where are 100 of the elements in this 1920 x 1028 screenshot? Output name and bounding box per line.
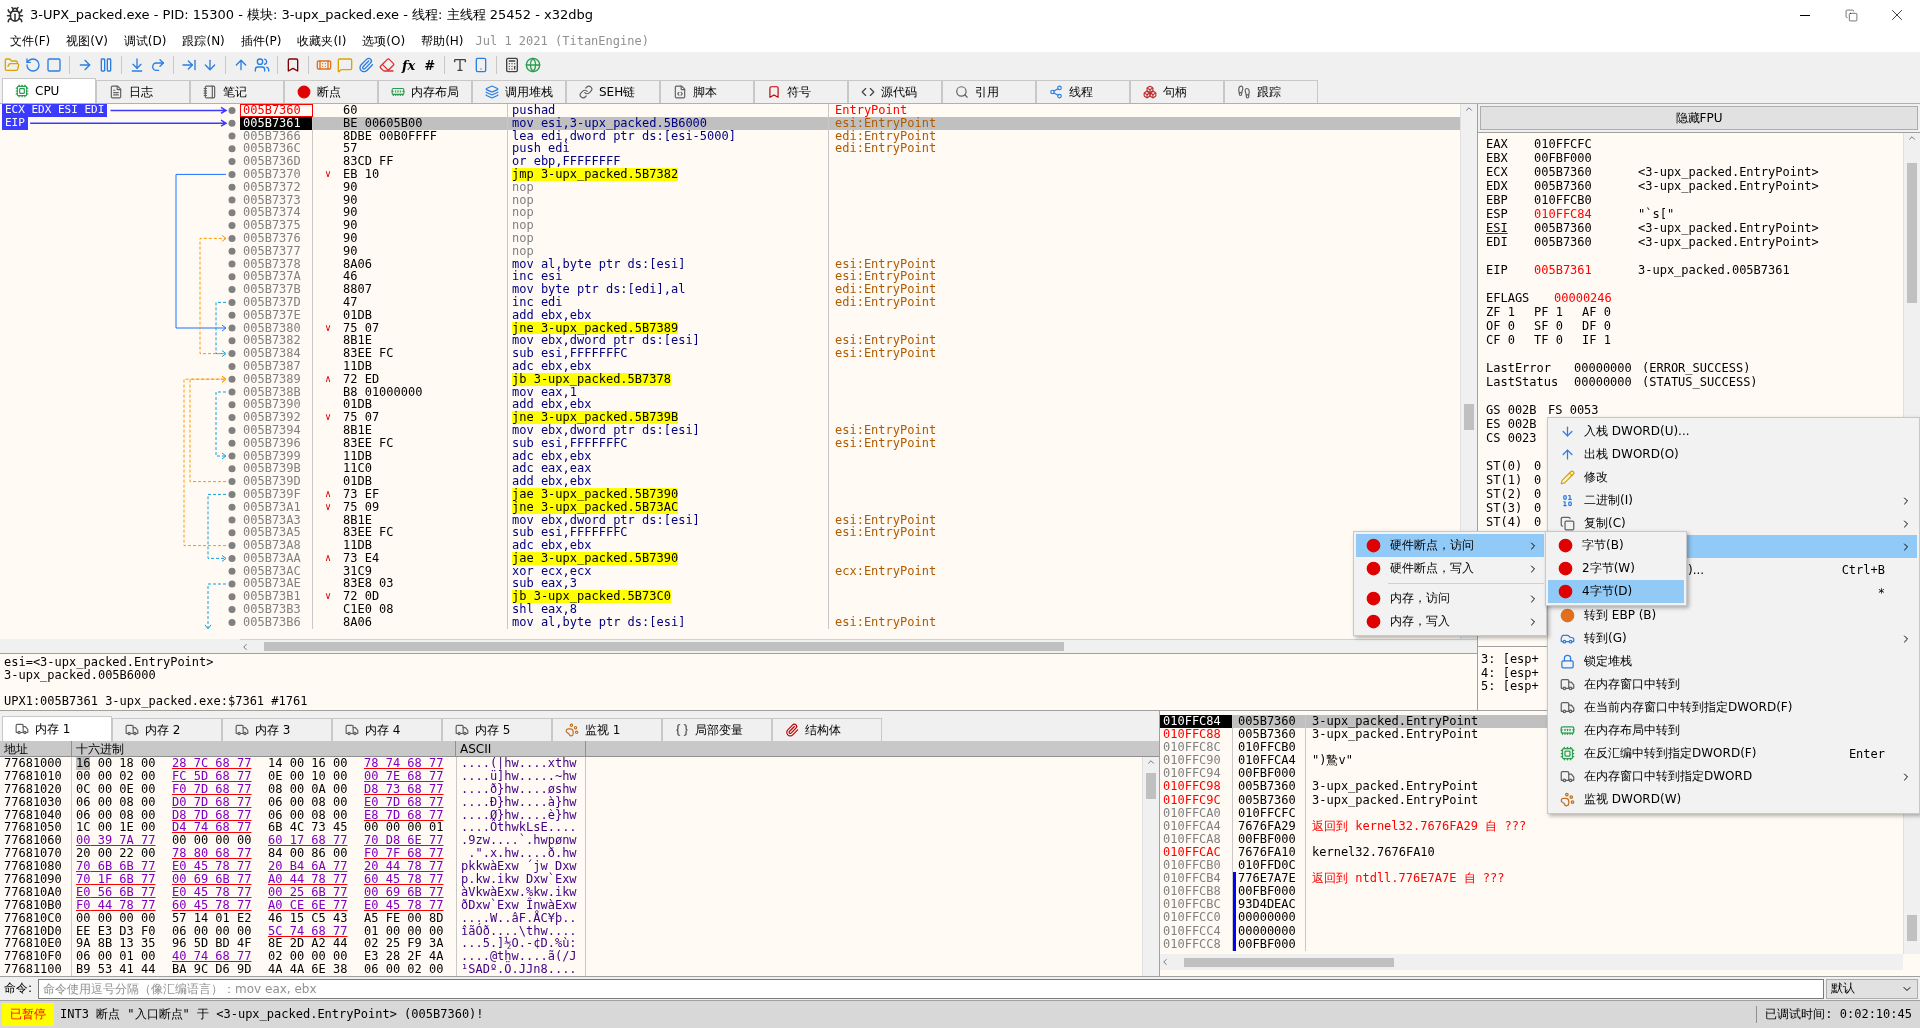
register-value[interactable]: 0 [1534,459,1544,473]
menu-item[interactable]: 复制(C) [1550,512,1917,535]
menu-item[interactable]: 转到(G) [1550,627,1917,650]
horizontal-scrollbar[interactable] [1160,954,1903,970]
tab[interactable]: 内存 2 [112,718,222,741]
tab[interactable]: 日志 [96,80,190,103]
register-value[interactable]: 0 [1534,473,1544,487]
tab[interactable]: 源代码 [848,80,942,103]
tab[interactable]: 内存 5 [442,718,552,741]
tab[interactable]: 线程 [1036,80,1130,103]
flag-value[interactable]: SF 0 [1534,319,1582,333]
menu-item[interactable]: 修改 [1550,466,1917,489]
mode-dropdown[interactable]: 默认 [1826,978,1918,999]
flag-value[interactable]: OF 0 [1486,319,1534,333]
command-input[interactable]: 命令使用逗号分隔（像汇编语言）：mov eax, ebx [38,978,1824,999]
menu-item[interactable]: 在当前内存窗口中转到指定DWORD(F) [1550,696,1917,719]
menu-bar-item[interactable]: 文件(F) [2,32,59,50]
menu-item[interactable]: 入栈 DWORD(U)... [1550,420,1917,443]
menu-item[interactable]: 监视 DWORD(W) [1550,788,1917,811]
toolbar-text-button[interactable]: fx [400,57,418,73]
flag-value[interactable]: DF 0 [1582,319,1630,333]
flag-value[interactable]: PF 1 [1534,305,1582,319]
tab[interactable]: 调用堆栈 [472,80,566,103]
tab[interactable]: 内存 1 [2,716,112,741]
register-value[interactable]: 005B7360 [1534,165,1638,179]
users-icon[interactable] [254,57,270,73]
tab[interactable]: 引用 [942,80,1036,103]
arrow-down-icon[interactable] [202,57,218,73]
register-value[interactable]: 0 [1534,515,1544,529]
flag-value[interactable]: ZF 1 [1486,305,1534,319]
menu-item[interactable]: 在内存布局中转到 [1550,719,1917,742]
menu-item[interactable]: 4字节(D) [1548,580,1684,603]
tab[interactable]: 内存 3 [222,718,332,741]
menu-bar-item[interactable]: 插件(P) [232,32,290,50]
register-value[interactable]: 00FBF000 [1534,151,1638,165]
menu-item[interactable]: 转到 EBP (B) [1550,604,1917,627]
segment-value[interactable]: FS 0053 [1548,403,1610,417]
scrollbar-thumb[interactable] [1146,773,1156,799]
column-header[interactable]: 地址 [0,741,72,756]
tab[interactable]: 符号 [754,80,848,103]
menu-item[interactable]: 内存，访问 [1356,587,1544,610]
paperclip-icon[interactable] [358,57,374,73]
menu-item[interactable]: 在内存窗口中转到指定DWORD [1550,765,1917,788]
flag-value[interactable]: CF 0 [1486,333,1534,347]
scrollbar-thumb[interactable] [1464,404,1474,430]
pause-icon[interactable] [98,57,114,73]
register-value[interactable]: 010FFC84 [1534,207,1638,221]
column-header[interactable]: 十六进制 [72,741,456,756]
register-value[interactable]: 010FFCB0 [1534,193,1638,207]
tab[interactable]: 笔记 [190,80,284,103]
tab[interactable]: 内存 4 [332,718,442,741]
horizontal-scrollbar[interactable] [240,639,1477,653]
segment-value[interactable]: CS 0023 [1486,431,1548,445]
menu-item[interactable]: 硬件断点，写入 [1356,557,1544,580]
menu-item[interactable]: 锁定堆栈 [1550,650,1917,673]
menu-bar-item[interactable]: 收藏夹(I) [289,32,355,50]
scrollbar-thumb[interactable] [1907,163,1917,303]
arrow-right-icon[interactable] [77,57,93,73]
register-value[interactable]: 00000246 [1554,291,1644,305]
tab[interactable]: 跟踪 [1224,80,1318,103]
register-value[interactable]: 005B7360 [1534,221,1638,235]
menu-item[interactable]: 内存，写入 [1356,610,1544,633]
curved-arrow-icon[interactable] [150,57,166,73]
menu-item[interactable]: 出栈 DWORD(O) [1550,443,1917,466]
column-header[interactable]: ASCII [456,741,586,756]
tab[interactable]: CPU [2,78,96,103]
speech-bubble-icon[interactable] [337,57,353,73]
calculator-icon[interactable] [504,57,521,73]
menu-item[interactable]: 在内存窗口中转到 [1550,673,1917,696]
folder-icon[interactable] [4,57,20,73]
arrow-right-to-line-icon[interactable] [181,57,197,73]
bandage-icon[interactable] [316,57,332,73]
menu-item[interactable]: 2字节(W) [1548,557,1684,580]
letter-icon[interactable] [452,57,469,73]
flag-value[interactable]: AF 0 [1582,305,1630,319]
menu-item[interactable]: 在反汇编中转到指定DWORD(F) Enter [1550,742,1917,765]
menu-bar-item[interactable]: 调试(D) [115,32,175,50]
tab[interactable]: 断点 [284,80,378,103]
circular-arrow-icon[interactable] [25,57,41,73]
tab[interactable]: 内存布局 [378,80,472,103]
eraser-icon[interactable] [379,57,395,73]
vertical-scrollbar[interactable] [1142,757,1159,976]
square-icon[interactable] [46,57,62,73]
hide-fpu-button[interactable]: 隐藏FPU [1480,106,1918,130]
register-value[interactable]: 005B7360 [1534,235,1638,249]
register-value[interactable]: 0 [1534,501,1544,515]
menu-bar-item[interactable]: 跟踪(N) [174,32,233,50]
register-value[interactable]: 00000000 [1574,361,1642,375]
arrow-down-to-line-icon[interactable] [129,57,145,73]
toolbar-text-button[interactable]: # [422,57,438,73]
scrollbar-thumb[interactable] [1907,915,1917,941]
menu-item[interactable]: 硬件断点，访问 [1356,534,1544,557]
tab[interactable]: 局部变量 [662,718,772,741]
register-value[interactable]: 00000000 [1574,375,1642,389]
tab[interactable]: 脚本 [660,80,754,103]
bookmark-icon[interactable] [285,57,301,73]
menu-item[interactable]: 字节(B) [1548,534,1684,557]
tab[interactable]: 句柄 [1130,80,1224,103]
tab[interactable]: SEH链 [566,80,660,103]
segment-value[interactable]: GS 002B [1486,403,1548,417]
